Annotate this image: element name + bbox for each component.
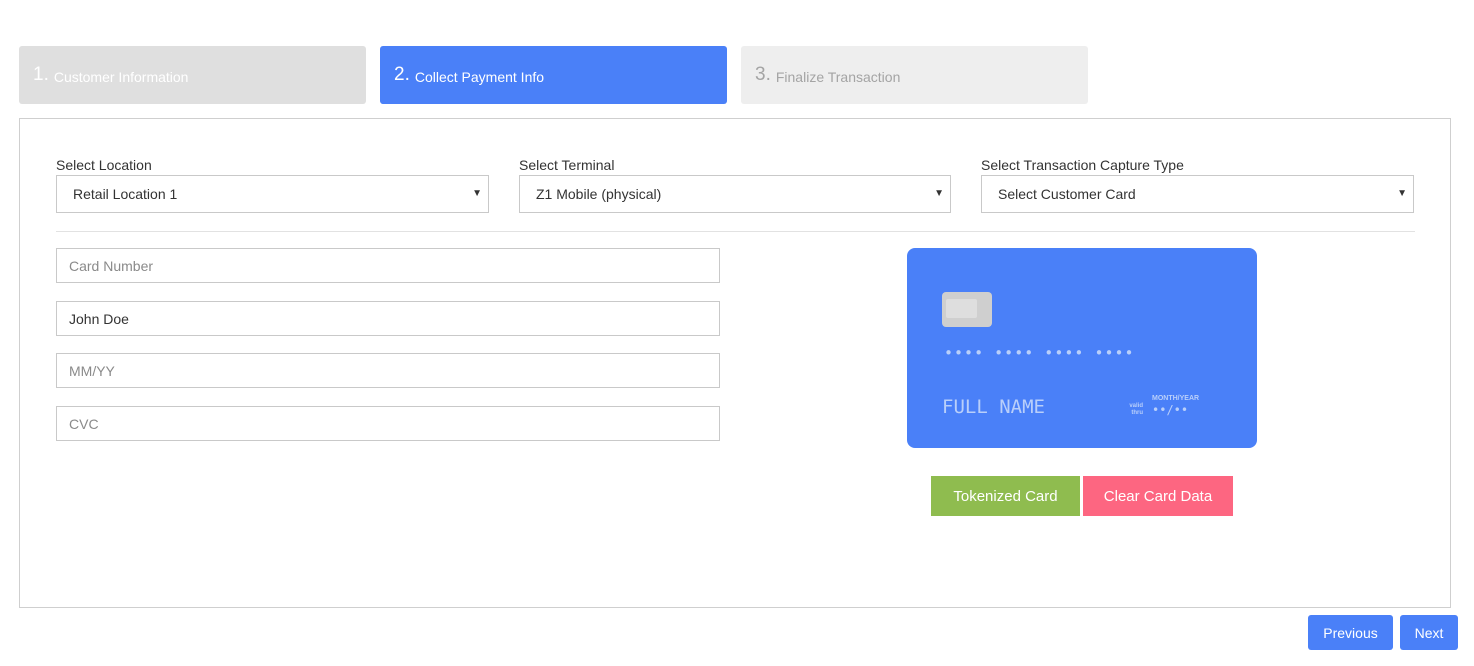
- capture-type-select[interactable]: Select Customer Card ▼: [981, 175, 1414, 213]
- location-value: Retail Location 1: [73, 186, 178, 202]
- cvc-input[interactable]: [56, 406, 720, 441]
- step-label: Customer Information: [53, 68, 189, 85]
- caret-down-icon: ▼: [1397, 188, 1407, 199]
- caret-down-icon: ▼: [934, 188, 944, 199]
- step-collect-payment-info[interactable]: 2. Collect Payment Info: [380, 46, 727, 104]
- tokenized-card-button[interactable]: Tokenized Card: [931, 476, 1080, 516]
- step-label: Finalize Transaction: [775, 68, 901, 85]
- step-finalize-transaction[interactable]: 3. Finalize Transaction: [741, 46, 1088, 104]
- location-label: Select Location: [56, 157, 152, 173]
- caret-down-icon: ▼: [472, 188, 482, 199]
- card-number-input[interactable]: [56, 248, 720, 283]
- terminal-label: Select Terminal: [519, 157, 615, 173]
- terminal-select[interactable]: Z1 Mobile (physical) ▼: [519, 175, 951, 213]
- location-select[interactable]: Retail Location 1 ▼: [56, 175, 489, 213]
- capture-type-field: Select Transaction Capture Type Select C…: [981, 157, 1414, 213]
- location-field: Select Location Retail Location 1 ▼: [56, 157, 489, 213]
- step-number: 3.: [755, 64, 771, 85]
- next-button[interactable]: Next: [1400, 615, 1458, 650]
- card-preview-valid-thru: valid thru: [1129, 403, 1143, 416]
- expiry-input[interactable]: [56, 353, 720, 388]
- step-label: Collect Payment Info: [414, 68, 545, 85]
- card-preview-month-year: MONTH/YEAR: [1152, 395, 1200, 402]
- card-chip-icon: [942, 292, 992, 327]
- card-preview-name: FULL NAME: [942, 396, 1045, 418]
- card-preview: •••• •••• •••• •••• FULL NAME valid thru…: [907, 248, 1257, 448]
- terminal-field: Select Terminal Z1 Mobile (physical) ▼: [519, 157, 951, 213]
- step-number: 1.: [33, 64, 49, 85]
- wizard-steps: 1. Customer Information 2. Collect Payme…: [19, 46, 1088, 104]
- previous-button[interactable]: Previous: [1308, 615, 1393, 650]
- divider: [56, 231, 1415, 232]
- capture-type-label: Select Transaction Capture Type: [981, 157, 1184, 173]
- terminal-value: Z1 Mobile (physical): [536, 186, 662, 202]
- step-number: 2.: [394, 64, 410, 85]
- card-preview-number: •••• •••• •••• ••••: [944, 344, 1135, 362]
- clear-card-data-button[interactable]: Clear Card Data: [1083, 476, 1233, 516]
- cardholder-name-input[interactable]: [56, 301, 720, 336]
- card-preview-expiry: ••/••: [1152, 403, 1189, 417]
- capture-type-value: Select Customer Card: [998, 186, 1136, 202]
- step-customer-information[interactable]: 1. Customer Information: [19, 46, 366, 104]
- payment-panel: Select Location Retail Location 1 ▼ Sele…: [19, 118, 1451, 608]
